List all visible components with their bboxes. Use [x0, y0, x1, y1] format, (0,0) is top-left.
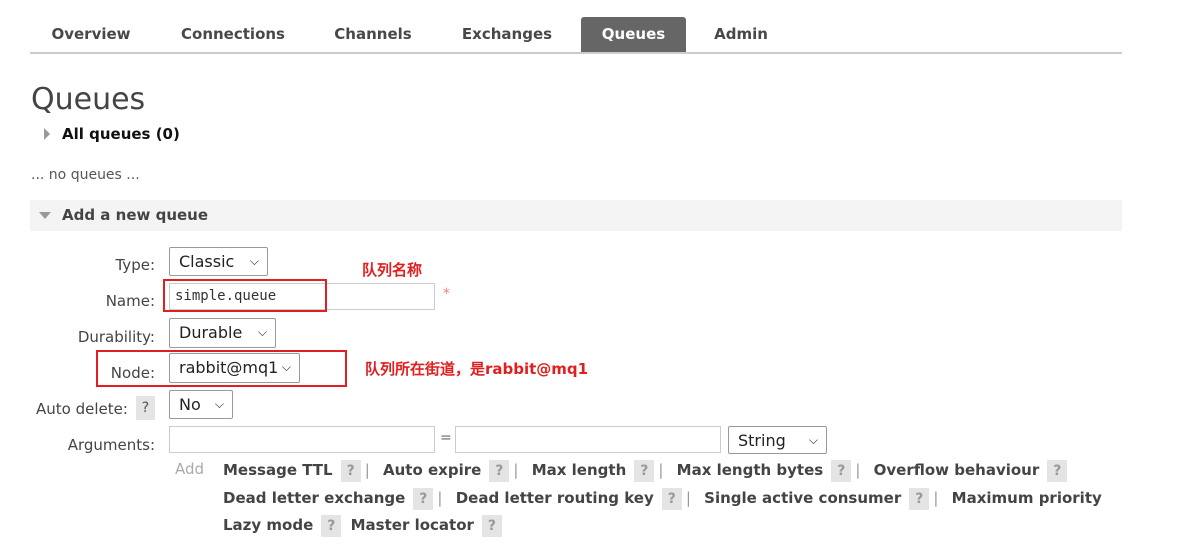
add-queue-title: Add a new queue	[62, 206, 209, 224]
help-icon[interactable]: ?	[340, 460, 361, 482]
tab-overview[interactable]: Overview	[30, 17, 152, 52]
help-icon[interactable]: ?	[1047, 460, 1068, 482]
argument-shortcuts-row: Lazy mode? Master locator?	[223, 515, 506, 537]
auto-delete-value: No	[179, 395, 201, 414]
arg-max-length-bytes[interactable]: Max length bytes	[677, 461, 824, 479]
argument-type-select[interactable]: String ⌵	[728, 426, 827, 454]
node-select[interactable]: rabbit@mq1 ⌵	[169, 353, 300, 383]
chevron-down-icon: ⌵	[808, 433, 818, 447]
argument-shortcuts-row: Dead letter exchange? | Dead letter routi…	[223, 488, 1102, 510]
durability-label: Durability:	[77, 328, 155, 346]
auto-delete-help[interactable]: ?	[136, 396, 155, 420]
arguments-label: Arguments:	[67, 436, 155, 454]
arg-dead-letter-exchange[interactable]: Dead letter exchange	[223, 489, 405, 507]
tab-exchanges[interactable]: Exchanges	[448, 17, 566, 52]
help-icon[interactable]: ?	[634, 460, 655, 482]
all-queues-toggle[interactable]	[44, 128, 50, 140]
name-annotation: 队列名称	[362, 261, 423, 279]
type-label: Type:	[115, 256, 155, 274]
node-annotation: 队列所在街道，是rabbit@mq1	[365, 360, 589, 378]
tab-queues[interactable]: Queues	[581, 17, 686, 52]
arg-auto-expire[interactable]: Auto expire	[383, 461, 481, 479]
help-icon[interactable]: ?	[831, 460, 852, 482]
argument-type-value: String	[738, 431, 786, 450]
type-select[interactable]: Classic ⌵	[169, 247, 268, 276]
tab-connections[interactable]: Connections	[162, 17, 304, 52]
argument-value-input[interactable]	[455, 426, 721, 453]
collapse-icon	[39, 212, 51, 219]
node-label: Node:	[110, 364, 155, 382]
chevron-down-icon: ⌵	[281, 360, 291, 374]
tab-channels[interactable]: Channels	[320, 17, 426, 52]
help-icon[interactable]: ?	[489, 460, 510, 482]
type-value: Classic	[179, 252, 235, 271]
arg-single-active-consumer[interactable]: Single active consumer	[704, 489, 901, 507]
help-icon[interactable]: ?	[909, 488, 930, 510]
add-argument-label: Add	[175, 460, 205, 478]
node-value: rabbit@mq1	[179, 358, 279, 377]
arg-message-ttl[interactable]: Message TTL	[223, 461, 333, 479]
arg-overflow-behaviour[interactable]: Overflow behaviour	[874, 461, 1040, 479]
tab-admin[interactable]: Admin	[706, 17, 776, 52]
required-marker: *	[443, 286, 450, 302]
arg-lazy-mode[interactable]: Lazy mode	[223, 516, 313, 534]
auto-delete-label: Auto delete:	[36, 400, 128, 418]
chevron-down-icon: ⌵	[257, 325, 267, 339]
argument-shortcuts-row: Message TTL? | Auto expire? | Max length? |…	[223, 460, 1071, 482]
help-icon[interactable]: ?	[481, 515, 503, 537]
expand-icon	[44, 128, 50, 140]
help-icon[interactable]: ?	[321, 515, 342, 537]
equals-sign: =	[440, 430, 452, 446]
durability-value: Durable	[179, 323, 243, 342]
auto-delete-select[interactable]: No ⌵	[169, 390, 233, 419]
arg-max-length[interactable]: Max length	[532, 461, 627, 479]
nav-tabs: Overview Connections Channels Exchanges …	[30, 17, 1122, 54]
highlight-box	[163, 279, 327, 312]
no-queues-text: ... no queues ...	[31, 167, 140, 183]
help-icon[interactable]: ?	[413, 488, 434, 510]
chevron-down-icon: ⌵	[214, 397, 224, 411]
arg-master-locator[interactable]: Master locator	[351, 516, 474, 534]
arg-dead-letter-routing-key[interactable]: Dead letter routing key	[456, 489, 654, 507]
page-title: Queues	[31, 82, 146, 117]
durability-select[interactable]: Durable ⌵	[169, 318, 276, 348]
help-icon[interactable]: ?	[661, 488, 682, 510]
chevron-down-icon: ⌵	[249, 254, 259, 268]
arg-maximum-priority[interactable]: Maximum priority	[952, 489, 1102, 507]
argument-key-input[interactable]	[169, 426, 435, 453]
add-queue-section-header[interactable]: Add a new queue	[30, 200, 1122, 231]
name-label: Name:	[105, 292, 155, 310]
all-queues-label[interactable]: All queues (0)	[62, 125, 180, 143]
